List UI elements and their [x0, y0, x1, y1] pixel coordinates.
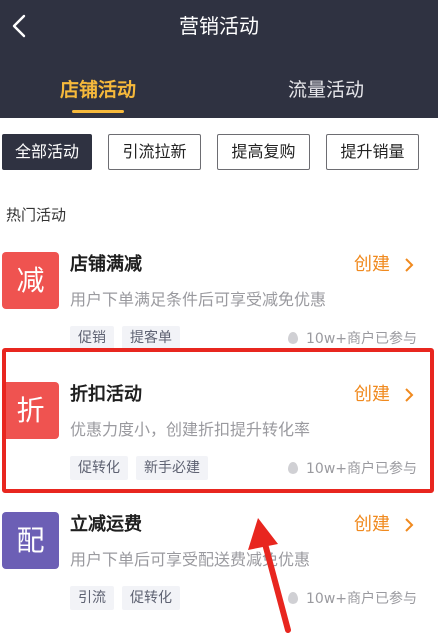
- tag: 引流: [70, 586, 114, 610]
- activity-description: 用户下单后可享受配送费减免优惠: [70, 550, 311, 569]
- filter-bar: 全部活动 引流拉新 提高复购 提升销量: [0, 134, 438, 170]
- tag: 促转化: [70, 456, 128, 480]
- delivery-icon: 配: [2, 512, 59, 569]
- activity-card-full-reduction: 减 店铺满减 创建 用户下单满足条件后可享受减免优惠 促销 提客单 10w+商户已…: [0, 236, 438, 366]
- create-button[interactable]: 创建: [354, 382, 390, 408]
- chevron-right-icon[interactable]: [404, 518, 414, 532]
- activity-description: 优惠力度小，创建折扣提升转化率: [70, 420, 311, 439]
- fire-icon: [288, 462, 298, 474]
- fire-icon: [288, 332, 298, 344]
- reduction-icon: 减: [2, 252, 59, 309]
- section-title: 热门活动: [6, 206, 67, 224]
- fire-icon: [288, 592, 298, 604]
- tag-list: 引流 促转化: [70, 586, 188, 610]
- create-button[interactable]: 创建: [354, 252, 390, 278]
- chevron-right-icon[interactable]: [404, 388, 414, 402]
- filter-attract-new[interactable]: 引流拉新: [108, 134, 201, 170]
- activity-name: 折扣活动: [70, 384, 142, 405]
- activity-name: 立减运费: [70, 514, 142, 535]
- filter-boost-sales[interactable]: 提升销量: [326, 134, 419, 170]
- participant-count: 10w+商户已参与: [288, 458, 417, 480]
- tag: 促销: [70, 326, 114, 350]
- top-header: 营销活动 店铺活动 流量活动: [0, 0, 438, 118]
- participant-text: 10w+商户已参与: [306, 331, 417, 347]
- tag: 新手必建: [136, 456, 208, 480]
- activity-name: 店铺满减: [70, 254, 142, 275]
- participant-text: 10w+商户已参与: [306, 461, 417, 477]
- filter-repurchase[interactable]: 提高复购: [217, 134, 310, 170]
- chevron-right-icon[interactable]: [404, 258, 414, 272]
- tag-list: 促销 提客单: [70, 326, 188, 350]
- activity-card-shipping-reduction: 配 立减运费 创建 用户下单后可享受配送费减免优惠 引流 促转化 10w+商户已参…: [0, 496, 438, 626]
- activity-card-discount: 折 折扣活动 创建 优惠力度小，创建折扣提升转化率 促转化 新手必建 10w+商户…: [0, 366, 438, 496]
- tag: 提客单: [122, 326, 180, 350]
- participant-text: 10w+商户已参与: [306, 591, 417, 607]
- tab-store-activities[interactable]: 店铺活动: [18, 76, 178, 104]
- tag: 促转化: [122, 586, 180, 610]
- activity-description: 用户下单满足条件后可享受减免优惠: [70, 290, 327, 309]
- page-title: 营销活动: [179, 14, 259, 38]
- discount-icon: 折: [2, 382, 59, 439]
- filter-all-activities[interactable]: 全部活动: [2, 134, 92, 170]
- participant-count: 10w+商户已参与: [288, 588, 417, 610]
- create-button[interactable]: 创建: [354, 512, 390, 538]
- participant-count: 10w+商户已参与: [288, 328, 417, 350]
- tab-traffic-activities[interactable]: 流量活动: [246, 76, 406, 104]
- tag-list: 促转化 新手必建: [70, 456, 216, 480]
- active-tab-indicator: [72, 110, 124, 113]
